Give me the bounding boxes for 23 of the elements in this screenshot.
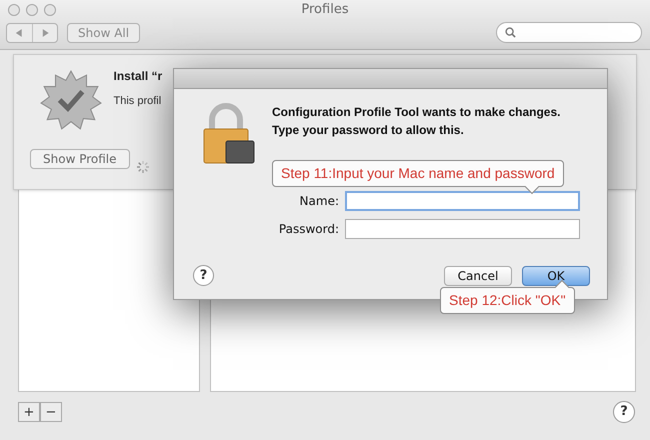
search-icon: [505, 27, 516, 38]
remove-button[interactable]: −: [40, 402, 62, 422]
spinner-icon: [136, 160, 150, 174]
help-button[interactable]: ?: [613, 401, 635, 423]
show-profile-button[interactable]: Show Profile: [30, 149, 130, 169]
window-control-icon[interactable]: [44, 4, 56, 16]
field-label: Password:: [278, 221, 339, 238]
install-title: Install “r: [114, 68, 162, 85]
search-field[interactable]: [496, 22, 642, 43]
ok-button[interactable]: OK: [522, 266, 590, 286]
profile-badge-icon: [40, 69, 102, 131]
text-field[interactable]: [345, 191, 580, 211]
field-label: Name:: [298, 193, 339, 210]
window-control-icon[interactable]: [8, 4, 20, 16]
back-forward-control[interactable]: [6, 22, 58, 42]
help-button[interactable]: ?: [193, 265, 214, 286]
text-field[interactable]: [345, 219, 580, 239]
window-control-icon[interactable]: [26, 4, 38, 16]
cancel-button[interactable]: Cancel: [444, 266, 512, 286]
dialog-message: Configuration Profile Tool wants to make changes. Type your password to allow this.: [272, 104, 562, 139]
window-title: Profiles: [301, 1, 349, 20]
add-button[interactable]: +: [18, 402, 40, 422]
install-description: This profil: [114, 94, 162, 109]
